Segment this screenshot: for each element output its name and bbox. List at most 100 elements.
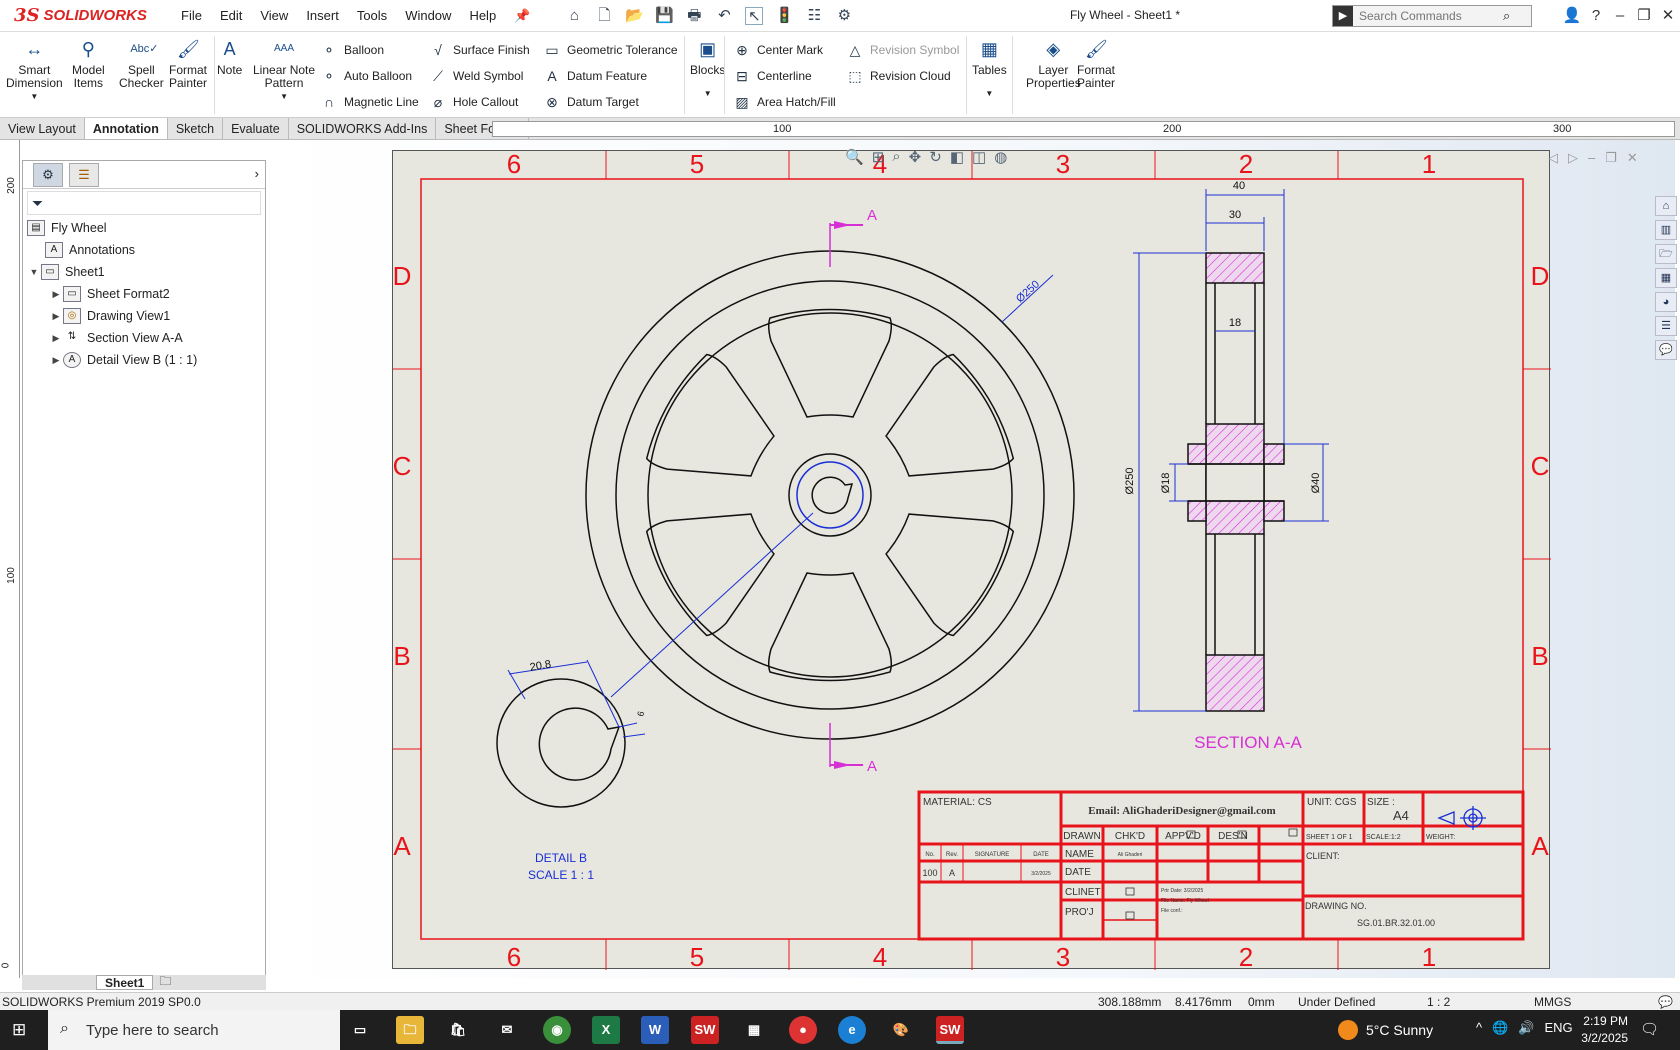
menu-file[interactable]: File — [172, 1, 211, 31]
magnetic-line-button[interactable]: ∩ Magnetic Line — [320, 92, 419, 112]
tab-annotation[interactable]: Annotation — [84, 118, 168, 139]
tree-root[interactable]: ▤ Fly Wheel — [23, 217, 265, 239]
format-painter-button[interactable]: 🖌 Format Painter — [169, 38, 207, 90]
scene-icon[interactable]: ◍ — [994, 148, 1007, 166]
expand-icon[interactable]: ▶ — [49, 355, 63, 366]
front-view[interactable] — [585, 250, 1075, 740]
close-icon[interactable]: ✕ — [1656, 6, 1680, 24]
menu-help[interactable]: Help — [460, 1, 505, 31]
edge-icon[interactable]: e — [838, 1016, 866, 1044]
resources-home-icon[interactable]: ⌂ — [1655, 196, 1677, 216]
task-view-icon[interactable]: ▭ — [346, 1016, 374, 1044]
layer-properties-button[interactable]: ◈ Layer Properties — [1026, 38, 1081, 90]
blocks-button[interactable]: ▣ Blocks ▼ — [690, 38, 725, 100]
solidworks-active-icon[interactable]: SW — [936, 1016, 964, 1044]
viewport-close-icon[interactable]: ✕ — [1627, 150, 1638, 166]
traffic-light-icon[interactable]: 🚦 — [775, 7, 794, 25]
weld-symbol-button[interactable]: ⟋ Weld Symbol — [429, 66, 523, 86]
datum-feature-button[interactable]: A Datum Feature — [543, 66, 647, 86]
weather-widget[interactable]: 5°C Sunny — [1338, 1020, 1433, 1040]
sheet-tab-sheet1[interactable]: Sheet1 — [96, 975, 154, 990]
tab-view-layout[interactable]: View Layout — [0, 118, 85, 139]
section-line-markers[interactable] — [829, 221, 863, 769]
chevron-up-icon[interactable]: ^ — [1476, 1020, 1482, 1036]
dim-dia250[interactable]: Ø250 — [1014, 278, 1042, 305]
previous-view-icon[interactable]: ⌕ — [892, 148, 900, 166]
minimize-icon[interactable]: – — [1608, 7, 1632, 24]
tables-button[interactable]: ▦ Tables ▼ — [972, 38, 1007, 100]
menu-tools[interactable]: Tools — [348, 1, 396, 31]
property-manager-tab-icon[interactable]: ☰ — [69, 162, 99, 187]
menu-window[interactable]: Window — [396, 1, 460, 31]
tab-evaluate[interactable]: Evaluate — [223, 118, 289, 139]
expand-icon[interactable]: ▶ — [49, 311, 63, 322]
tree-filter[interactable]: ⏷ — [27, 191, 261, 215]
tree-item-annotations[interactable]: A Annotations — [23, 239, 265, 261]
rotate-icon[interactable]: ↻ — [929, 148, 942, 166]
revision-symbol-button[interactable]: △ Revision Symbol — [846, 40, 960, 60]
select-arrow-icon[interactable]: ↖ — [745, 6, 764, 25]
balloon-button[interactable]: ⚬ Balloon — [320, 40, 384, 60]
search-icon[interactable]: ⌕ — [1503, 8, 1510, 24]
tree-item-detail-view[interactable]: ▶ A Detail View B (1 : 1) — [23, 349, 265, 371]
detail-view[interactable] — [496, 678, 626, 808]
spell-checker-button[interactable]: Abc✓ Spell Checker — [119, 38, 164, 90]
hole-callout-button[interactable]: ⌀ Hole Callout — [429, 92, 519, 112]
forum-icon[interactable]: 💬 — [1655, 340, 1677, 360]
viewport-arrow-right-icon[interactable]: ▷ — [1568, 150, 1578, 166]
help-icon[interactable]: ? — [1584, 7, 1608, 24]
taskbar-search[interactable]: ⌕ Type here to search — [48, 1010, 340, 1050]
windows-start-icon[interactable]: ⊞ — [12, 1020, 32, 1040]
menu-insert[interactable]: Insert — [297, 1, 348, 31]
new-document-icon[interactable]: 🗋 — [595, 7, 613, 25]
center-mark-button[interactable]: ⊕ Center Mark — [733, 40, 823, 60]
file-explorer-icon[interactable]: 🗁 — [1655, 244, 1677, 264]
viewport-minimize-icon[interactable]: – — [1588, 150, 1595, 166]
file-explorer-icon[interactable]: 🗀 — [396, 1016, 424, 1044]
title-block[interactable]: MATERIAL: CS Email: AliGhaderiDesigner@g… — [917, 790, 1525, 941]
display-style-icon[interactable]: ◧ — [950, 148, 964, 166]
undo-icon[interactable]: ↶ — [715, 7, 733, 25]
zoom-area-icon[interactable]: ⊞ — [872, 148, 885, 166]
drawing-sheet[interactable]: 6 5 4 3 2 1 6 5 4 3 2 1 D C B A D C B A — [392, 150, 1551, 970]
tree-item-section-view[interactable]: ▶ ⇅ Section View A-A — [23, 327, 265, 349]
pin-icon[interactable]: 📌 — [505, 1, 539, 31]
appearances-icon[interactable]: ◕ — [1655, 292, 1677, 312]
solidworks-logo[interactable]: 3S SOLIDWORKS — [0, 1, 152, 31]
menu-view[interactable]: View — [251, 1, 297, 31]
save-icon[interactable]: 💾 — [655, 7, 674, 25]
datum-target-button[interactable]: ⊗ Datum Target — [543, 92, 639, 112]
viewport-arrow-left-icon[interactable]: ◁ — [1548, 150, 1558, 166]
viewport-restore-icon[interactable]: ❐ — [1605, 150, 1617, 166]
calculator-icon[interactable]: ▦ — [740, 1016, 768, 1044]
open-folder-icon[interactable]: 📂 — [625, 7, 644, 25]
revision-cloud-button[interactable]: ⬚ Revision Cloud — [846, 66, 950, 86]
design-library-icon[interactable]: ▥ — [1655, 220, 1677, 240]
print-icon[interactable]: 🖶 — [685, 7, 703, 25]
centerline-button[interactable]: ⊟ Centerline — [733, 66, 812, 86]
chevron-down-icon[interactable]: ▼ — [30, 90, 38, 103]
user-icon[interactable]: 👤 — [1560, 6, 1584, 24]
surface-finish-button[interactable]: √ Surface Finish — [429, 40, 530, 60]
expand-icon[interactable]: ▶ — [49, 289, 63, 300]
tree-item-sheet-format[interactable]: ▶ ▭ Sheet Format2 — [23, 283, 265, 305]
notifications-icon[interactable]: 🗨 — [1640, 1020, 1659, 1038]
status-units[interactable]: MMGS — [1534, 995, 1571, 1009]
search-commands-input[interactable] — [1353, 9, 1503, 23]
expand-icon[interactable]: ▶ — [49, 333, 63, 344]
auto-balloon-button[interactable]: ⚬ Auto Balloon — [320, 66, 412, 86]
network-icon[interactable]: 🌐 — [1492, 1020, 1508, 1036]
store-icon[interactable]: 🛍 — [444, 1016, 472, 1044]
chrome-icon[interactable]: ◉ — [543, 1016, 571, 1044]
tree-item-sheet1[interactable]: ▼ ▭ Sheet1 — [23, 261, 265, 283]
volume-icon[interactable]: 🔊 — [1518, 1020, 1534, 1036]
mail-icon[interactable]: ✉ — [493, 1016, 521, 1044]
chevron-down-icon[interactable]: ▼ — [280, 90, 288, 103]
geometric-tolerance-button[interactable]: ▭ Geometric Tolerance — [543, 40, 677, 60]
chevron-down-icon[interactable]: ▼ — [704, 87, 712, 100]
model-items-button[interactable]: ⚲ Model Items — [72, 38, 105, 90]
search-commands[interactable]: ▶ ⌕ — [1332, 5, 1532, 27]
linear-note-pattern-button[interactable]: AAA Linear Note Pattern ▼ — [253, 38, 315, 103]
note-button[interactable]: A Note — [217, 38, 242, 77]
home-icon[interactable]: ⌂ — [565, 7, 583, 25]
